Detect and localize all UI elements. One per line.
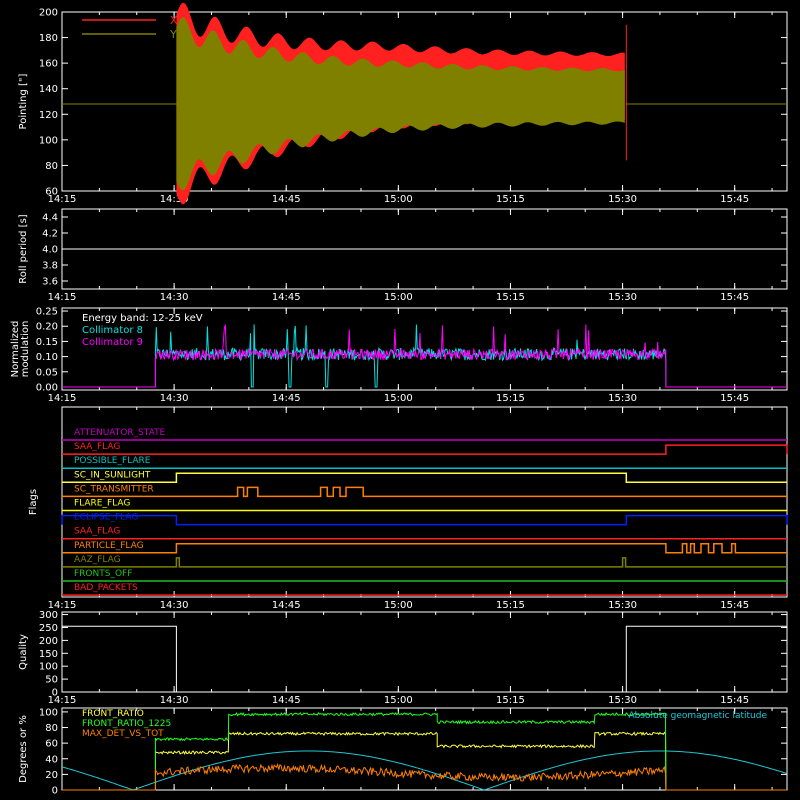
flag-label: BAD_PACKETS [74, 583, 138, 593]
x-tick-label: 15:30 [608, 393, 637, 404]
legend-front-ratio: FRONT_RATIO [82, 709, 144, 719]
y-tick-label: 140 [39, 84, 58, 95]
x-tick-label: 14:45 [272, 695, 301, 706]
x-tick-label: 14:30 [160, 393, 189, 404]
flag-label: SAA_FLAG [74, 442, 120, 452]
x-tick-label: 15:00 [384, 600, 413, 611]
flag-label: FRONTS_OFF [74, 569, 132, 579]
x-tick-label: 15:45 [720, 194, 749, 205]
x-tick-label: 15:45 [720, 695, 749, 706]
x-tick-label: 15:15 [496, 600, 525, 611]
y-tick-label: 0.15 [36, 337, 58, 348]
y-axis-label: modulation [20, 321, 31, 378]
x-tick-label: 15:30 [608, 695, 637, 706]
flag-label: SC_IN_SUNLIGHT [74, 470, 151, 480]
y-tick-label: 150 [39, 649, 58, 660]
x-tick-label: 15:00 [384, 292, 413, 303]
x-tick-label: 14:30 [160, 600, 189, 611]
y-tick-label: 3.8 [42, 261, 58, 272]
y-tick-label: 4.2 [42, 229, 58, 240]
y-tick-label: 0 [52, 786, 58, 797]
y-tick-label: 60 [45, 187, 58, 198]
flag-label: AAZ_FLAG [74, 555, 121, 565]
x-tick-label: 15:15 [496, 393, 525, 404]
y-tick-label: 50 [45, 675, 58, 686]
y-tick-label: 120 [39, 110, 58, 121]
energy-band-label: Energy band: 12-25 keV [82, 313, 203, 324]
y-axis-label: Roll period [s] [18, 214, 29, 283]
y-tick-label: 200 [39, 8, 58, 19]
x-tick-label: 15:15 [496, 292, 525, 303]
x-tick-label: 15:30 [608, 194, 637, 205]
y-tick-label: 0.00 [36, 382, 58, 393]
x-tick-label: 14:45 [272, 393, 301, 404]
flag-label: FLARE_FLAG [74, 499, 130, 509]
flag-label: PARTICLE_FLAG [74, 541, 144, 551]
y-tick-label: 0.05 [36, 367, 58, 378]
x-tick-label: 15:00 [384, 393, 413, 404]
legend-collimator-9: Collimator 9 [82, 337, 143, 348]
flag-label: SC_TRANSMITTER [74, 484, 154, 494]
x-tick-label: 14:45 [272, 194, 301, 205]
y-tick-label: 100 [39, 662, 58, 673]
x-tick-label: 14:15 [48, 292, 77, 303]
y-tick-label: 160 [39, 59, 58, 70]
flag-label: ATTENUATOR_STATE [74, 428, 166, 438]
legend-collimator-8: Collimator 8 [82, 325, 143, 336]
y-axis-label: Degrees or % [18, 715, 29, 783]
x-tick-label: 15:45 [720, 393, 749, 404]
x-tick-label: 14:30 [160, 292, 189, 303]
x-tick-label: 15:45 [720, 600, 749, 611]
x-tick-label: 15:15 [496, 695, 525, 706]
y-tick-label: 0.25 [36, 307, 58, 318]
legend-label: X [170, 14, 178, 27]
x-tick-label: 14:45 [272, 292, 301, 303]
x-tick-label: 15:00 [384, 194, 413, 205]
x-tick-label: 15:45 [720, 292, 749, 303]
flag-label: ECLIPSE_FLAG [74, 513, 138, 523]
y-tick-label: 40 [45, 754, 58, 765]
y-tick-label: 100 [39, 135, 58, 146]
flag-label: POSSIBLE_FLARE [74, 456, 151, 466]
x-tick-label: 14:45 [272, 600, 301, 611]
x-tick-label: 14:30 [160, 695, 189, 706]
y-axis-label: Pointing ["] [18, 73, 29, 129]
flag-label: SAA_FLAG [74, 527, 120, 537]
legend-label: Y [169, 28, 177, 41]
y-tick-label: 100 [39, 707, 58, 718]
y-tick-label: 80 [45, 723, 58, 734]
x-tick-label: 14:15 [48, 393, 77, 404]
y-tick-label: 4.0 [42, 245, 58, 256]
x-tick-label: 15:15 [496, 194, 525, 205]
x-tick-label: 15:30 [608, 600, 637, 611]
x-tick-label: 15:30 [608, 292, 637, 303]
y-axis-label: Quality [18, 634, 29, 670]
y-tick-label: 300 [39, 610, 58, 621]
y-tick-label: 0.20 [36, 322, 58, 333]
y-tick-label: 180 [39, 33, 58, 44]
y-tick-label: 250 [39, 623, 58, 634]
y-tick-label: 0.10 [36, 352, 58, 363]
y-tick-label: 200 [39, 636, 58, 647]
y-tick-label: 20 [45, 770, 58, 781]
y-tick-label: 0 [52, 688, 58, 699]
legend-geomagnetic-latitude: Absolute geomagnetic latitude [628, 711, 767, 721]
legend-front-ratio-1225: FRONT_RATIO_1225 [82, 719, 171, 729]
y-axis-label: Flags [28, 489, 39, 515]
y-tick-label: 4.4 [42, 213, 58, 224]
y-tick-label: 3.6 [42, 277, 58, 288]
x-tick-label: 15:00 [384, 695, 413, 706]
summary-plot: 14:15 14:30 14:45 15:00 15:15 15:30 15:45 60 80 1… [0, 0, 800, 800]
y-tick-label: 60 [45, 739, 58, 750]
y-tick-label: 80 [45, 161, 58, 172]
legend-max-det: MAX_DET_VS_TOT [82, 729, 164, 739]
